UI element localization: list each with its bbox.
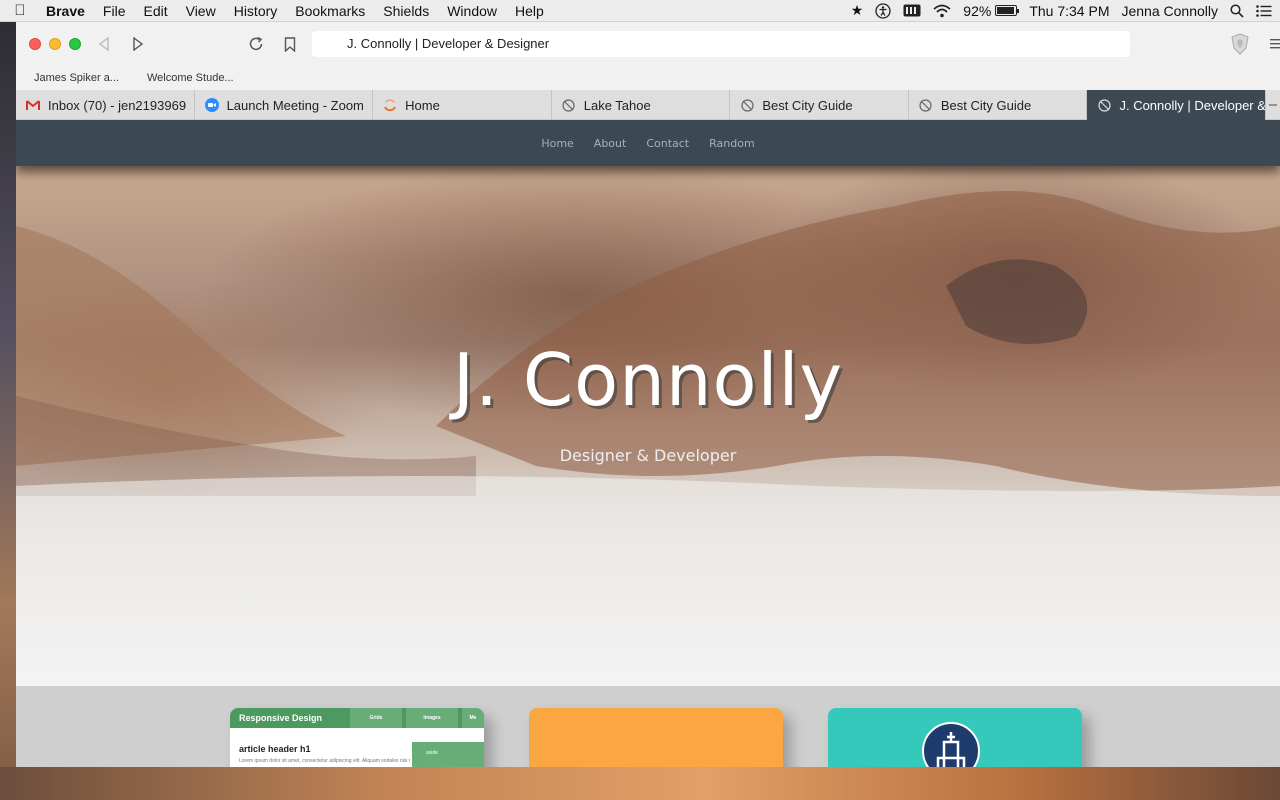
browser-window: J. Connolly | Developer & Designer James… <box>16 22 1280 767</box>
tab-label: Inbox (70) - jen2193969 <box>48 97 187 113</box>
star-icon[interactable]: ★ <box>851 2 864 19</box>
tab-label: Home <box>405 97 440 113</box>
nav-link-about[interactable]: About <box>594 137 627 150</box>
menu-bookmarks[interactable]: Bookmarks <box>286 0 374 22</box>
project-cards-section: Responsive Design Grids Images Me articl… <box>16 686 1280 767</box>
user-name[interactable]: Jenna Connolly <box>1121 3 1218 19</box>
browser-toolbar: J. Connolly | Developer & Designer <box>16 22 1280 66</box>
status-area: ★ 92% Thu 7:34 PM Jenna Connolly <box>839 0 1280 22</box>
window-controls <box>29 38 89 50</box>
url-bar[interactable]: J. Connolly | Developer & Designer <box>312 31 1130 57</box>
minimize-window-button[interactable] <box>49 38 61 50</box>
project-card-city[interactable] <box>828 708 1082 767</box>
back-button[interactable] <box>91 31 117 57</box>
nav-link-home[interactable]: Home <box>541 137 573 150</box>
card-preview-aside: aside <box>412 742 484 767</box>
accessibility-icon[interactable] <box>875 2 891 19</box>
bookmark-button[interactable] <box>277 31 303 57</box>
tab-label: Launch Meeting - Zoom <box>226 97 364 113</box>
bookmark-icon <box>284 36 296 52</box>
tab-strip: Inbox (70) - jen2193969 Launch Meeting -… <box>16 90 1280 120</box>
tab-best-city-guide-2[interactable]: Best City Guide <box>909 90 1088 120</box>
menu-help[interactable]: Help <box>506 0 553 22</box>
hero-banner: J. Connolly Designer & Developer <box>16 166 1280 686</box>
project-card-orange[interactable] <box>529 708 783 767</box>
city-building-icon <box>922 722 980 767</box>
project-card-responsive-design[interactable]: Responsive Design Grids Images Me articl… <box>230 708 484 767</box>
globe-icon <box>740 98 754 112</box>
desktop-wallpaper-left <box>0 22 16 800</box>
app-menu-icon[interactable] <box>1270 37 1280 53</box>
plus-icon <box>1269 103 1278 106</box>
tab-label: Best City Guide <box>940 97 1032 113</box>
tab-best-city-guide-1[interactable]: Best City Guide <box>730 90 909 120</box>
tab-j-connolly-active[interactable]: J. Connolly | Developer & Designer <box>1087 90 1267 120</box>
bookmark-item-1[interactable]: James Spiker a... <box>16 72 129 84</box>
menu-app-brave[interactable]: Brave <box>40 0 94 22</box>
tab-gmail-inbox[interactable]: Inbox (70) - jen2193969 <box>16 90 195 120</box>
battery-level-fill <box>997 7 1014 14</box>
battery-percent: 92% <box>963 2 992 19</box>
notification-center-icon[interactable] <box>1256 4 1272 17</box>
macos-menu-bar:  Brave File Edit View History Bookmarks… <box>0 0 1280 22</box>
tab-label: Lake Tahoe <box>583 97 651 113</box>
fullscreen-window-button[interactable] <box>69 38 81 50</box>
menu-shields[interactable]: Shields <box>374 0 438 22</box>
brave-shields-icon[interactable] <box>1230 33 1250 58</box>
battery-icon <box>995 5 1020 16</box>
tab-label: Best City Guide <box>762 97 853 113</box>
bookmark-item-2[interactable]: Welcome Stude... <box>129 72 244 84</box>
globe-icon <box>1097 98 1111 112</box>
card-preview-tab: Images <box>406 708 458 728</box>
spotlight-search-icon[interactable] <box>1230 3 1244 18</box>
forward-icon <box>133 37 144 51</box>
menu-view[interactable]: View <box>177 0 225 22</box>
globe-icon <box>919 98 933 112</box>
nav-link-contact[interactable]: Contact <box>646 137 689 150</box>
hero-subtitle: Designer & Developer <box>559 446 737 465</box>
desktop-wallpaper-bottom <box>0 767 1280 800</box>
card-preview-tabs: Grids Images Me <box>346 708 484 728</box>
menu-edit[interactable]: Edit <box>134 0 176 22</box>
hero-title: J. Connolly <box>452 338 844 422</box>
forward-button[interactable] <box>125 31 151 57</box>
reload-button[interactable] <box>243 31 269 57</box>
hero-landscape-image <box>16 191 1280 686</box>
nav-link-random[interactable]: Random <box>709 137 755 150</box>
gmail-icon <box>26 98 40 112</box>
globe-icon <box>562 98 576 112</box>
new-tab-button[interactable] <box>1266 90 1280 119</box>
card-preview-header: Responsive Design Grids Images Me <box>230 708 484 728</box>
clock[interactable]: Thu 7:34 PM <box>1029 3 1109 19</box>
zoom-icon <box>204 98 219 112</box>
tab-home[interactable]: Home <box>373 90 552 120</box>
tab-label: J. Connolly | Developer & Designer <box>1119 97 1265 113</box>
card-preview-tab: Me <box>462 708 484 728</box>
menu-history[interactable]: History <box>225 0 287 22</box>
card-preview-text: Lorem ipsum dolor sit amet, consectetur … <box>239 758 410 764</box>
menu-window[interactable]: Window <box>438 0 506 22</box>
wifi-icon[interactable] <box>933 4 951 18</box>
loading-icon <box>383 98 397 112</box>
menu-file[interactable]: File <box>94 0 135 22</box>
reload-icon <box>249 36 263 51</box>
card-preview-title: Responsive Design <box>239 713 323 723</box>
card-preview-tab: Grids <box>350 708 402 728</box>
battery-status[interactable]: 92% <box>963 2 1020 19</box>
web-page: Home About Contact Random J. Connolly De… <box>16 120 1280 767</box>
keyboard-icon[interactable] <box>903 4 921 17</box>
tab-lake-tahoe[interactable]: Lake Tahoe <box>552 90 731 120</box>
back-icon <box>98 37 109 51</box>
site-navbar: Home About Contact Random <box>16 120 1280 166</box>
bookmarks-bar: James Spiker a... Welcome Stude... <box>16 66 1280 90</box>
apple-menu-icon[interactable]:  <box>0 2 40 19</box>
close-window-button[interactable] <box>29 38 41 50</box>
tab-zoom-meeting[interactable]: Launch Meeting - Zoom <box>195 90 374 120</box>
